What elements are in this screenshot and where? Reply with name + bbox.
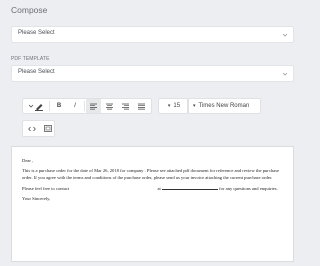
pdf-template-value: Please Select [18,69,55,75]
code-view-button[interactable] [24,121,39,136]
align-right-button[interactable] [118,99,133,113]
align-center-icon [106,103,113,109]
bold-button[interactable]: B [52,99,66,113]
format-toolbar: B I [22,98,152,114]
code-view-icon [27,126,36,131]
view-toolbar [22,120,55,137]
fullscreen-icon [43,125,52,132]
select-value: Please Select [18,30,55,36]
align-justify-button[interactable] [134,99,149,113]
body-paragraph: This is a purchase order for the date of… [22,168,280,180]
align-left-button[interactable] [86,99,101,113]
fullscreen-button[interactable] [40,121,55,136]
closing-text: Your Sincerely, [22,196,51,202]
compose-title: Compose [11,5,48,15]
contact-line: Please feel free to contact at for any q… [22,185,285,192]
font-size-value: 15 [173,103,181,109]
chevron-down-icon: ▾ [193,103,196,109]
pdf-template-select[interactable]: Please Select [11,65,294,82]
align-justify-icon [138,103,145,109]
chevron-down-icon [282,72,288,76]
editor-content: Dear , This is a purchase order for the … [22,158,285,206]
chevron-down-icon [282,33,288,37]
contact-blank [161,185,218,190]
align-center-button[interactable] [102,99,117,113]
contact-at: at [157,185,161,191]
pdf-template-label: PDF TEMPLATE [11,56,50,62]
contact-prefix: Please feel free to contact [22,185,70,191]
chevron-down-icon: ▾ [167,103,171,109]
highlighter-icon [28,104,43,111]
align-left-icon [90,103,97,109]
font-family-value: Times New Roman [198,103,250,109]
align-right-icon [122,103,129,109]
contact-suffix: for any questions and enquiries. [219,185,278,191]
font-family-dropdown[interactable]: ▾ Times New Roman [188,98,261,114]
email-editor[interactable]: Dear , This is a purchase order for the … [11,146,294,262]
greeting-text: Dear , [22,158,34,163]
font-size-dropdown[interactable]: ▾ 15 [158,98,188,114]
italic-button[interactable]: I [68,99,82,113]
select-field[interactable]: Please Select [11,26,294,43]
highlight-button[interactable] [25,99,47,113]
